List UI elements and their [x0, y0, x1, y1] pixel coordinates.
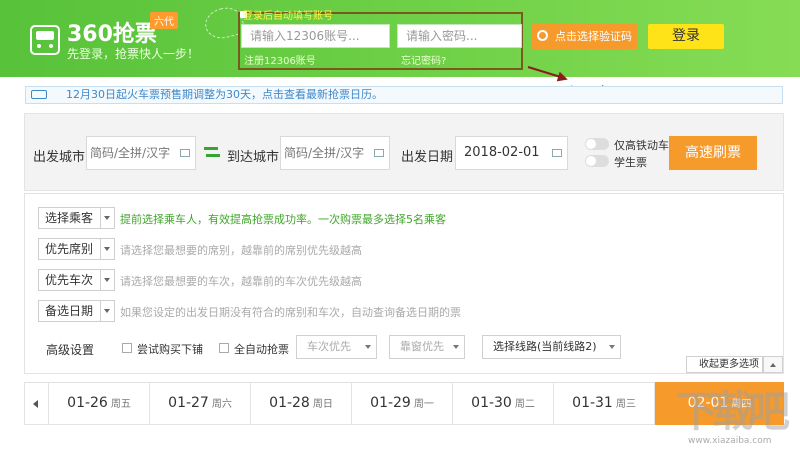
try-lower-berth-checkbox[interactable] — [122, 343, 132, 353]
high-speed-only-label: 仅高铁动车 — [614, 139, 669, 152]
megaphone-icon — [31, 90, 47, 99]
try-lower-berth-label: 尝试购买下铺 — [137, 343, 203, 356]
date-tab-0127[interactable]: 01-27 周六 — [150, 382, 251, 425]
watermark-logo: 下载吧 www.xiazaiba.com — [676, 378, 790, 446]
select-passenger-label: 选择乘客 — [45, 211, 94, 225]
date-weekday: 周三 — [615, 399, 636, 410]
chevron-down-icon — [453, 345, 459, 349]
date-tab-0129[interactable]: 01-29 周一 — [352, 382, 453, 425]
route-select[interactable]: 选择线路(当前线路2) — [482, 335, 621, 359]
from-city-label: 出发城市 — [33, 150, 86, 165]
prev-dates-button[interactable] — [24, 382, 49, 425]
chevron-down-icon — [104, 216, 110, 220]
cursor-click-icon — [537, 30, 548, 41]
login-button[interactable]: 登录 — [648, 24, 724, 49]
seat-priority-label: 优先席别 — [45, 242, 94, 256]
train-logo-icon — [30, 25, 60, 55]
from-city-input[interactable]: 简码/全拼/汉字 — [86, 136, 196, 170]
route-select-value: 选择线路(当前线路2) — [493, 340, 597, 353]
date-weekday: 周一 — [413, 399, 434, 410]
captcha-button[interactable]: 点击选择验证码 — [531, 24, 638, 49]
from-city-placeholder: 简码/全拼/汉字 — [90, 146, 171, 160]
to-city-input[interactable]: 简码/全拼/汉字 — [280, 136, 390, 170]
select-passenger-button[interactable]: 选择乘客 — [38, 207, 115, 229]
app-tagline: 先登录，抢票快人一步！ — [67, 47, 200, 61]
depart-date-input[interactable]: 2018-02-01 — [455, 136, 568, 170]
date-tab-0130[interactable]: 01-30 周二 — [453, 382, 554, 425]
version-badge: 六代 — [150, 12, 178, 29]
city-list-icon[interactable] — [180, 149, 190, 157]
date-day: 01-30 — [471, 395, 512, 411]
depart-date-label: 出发日期 — [401, 150, 454, 165]
swap-cities-icon[interactable] — [204, 145, 220, 159]
notice-bar[interactable]: 12月30日起火车票预售期调整为30天，点击查看最新抢票日历。 — [25, 86, 783, 104]
train-priority-desc: 请选择您最想要的车次，越靠前的车次优先级越高 — [120, 275, 362, 288]
to-city-placeholder: 简码/全拼/汉字 — [284, 146, 365, 160]
account-input[interactable]: 请输入12306账号... — [241, 24, 390, 48]
date-weekday: 周二 — [514, 399, 535, 410]
student-ticket-label: 学生票 — [614, 156, 647, 169]
auto-grab-checkbox[interactable] — [219, 343, 229, 353]
notice-text[interactable]: 12月30日起火车票预售期调整为30天，点击查看最新抢票日历。 — [66, 88, 383, 101]
calendar-icon[interactable] — [552, 149, 562, 157]
train-priority-select-value: 车次优先 — [307, 340, 351, 353]
train-priority-label: 优先车次 — [45, 273, 94, 287]
captcha-button-label: 点击选择验证码 — [555, 30, 632, 43]
window-priority-select[interactable]: 靠窗优先 — [389, 335, 465, 359]
watermark-url: www.xiazaiba.com — [688, 436, 772, 446]
date-day: 01-29 — [370, 395, 411, 411]
advanced-settings-label: 高级设置 — [46, 343, 95, 357]
watermark-text: 下载吧 — [676, 387, 790, 436]
fast-refresh-button[interactable]: 高速刷票 — [669, 136, 757, 170]
register-link[interactable]: 注册12306账号 — [244, 52, 316, 67]
chevron-down-icon — [104, 278, 110, 282]
train-priority-button[interactable]: 优先车次 — [38, 269, 115, 291]
date-weekday: 周六 — [211, 399, 232, 410]
chevron-down-icon — [104, 309, 110, 313]
date-day: 01-31 — [572, 395, 613, 411]
chevron-down-icon — [609, 345, 615, 349]
password-input[interactable]: 请输入密码... — [397, 24, 522, 48]
backup-date-desc: 如果您设定的出发日期没有符合的席别和车次，自动查询备选日期的票 — [120, 306, 461, 319]
seat-priority-button[interactable]: 优先席别 — [38, 238, 115, 260]
login-hint: 登录后自动填写账号 — [243, 11, 333, 22]
depart-date-value: 2018-02-01 — [464, 145, 540, 160]
date-tab-0128[interactable]: 01-28 周日 — [251, 382, 352, 425]
date-day: 01-26 — [67, 395, 108, 411]
date-weekday: 周五 — [110, 399, 131, 410]
date-day: 01-28 — [269, 395, 310, 411]
collapse-options-button[interactable]: 收起更多选项 — [686, 356, 763, 373]
chevron-down-icon — [365, 345, 371, 349]
select-passenger-desc: 提前选择乘车人，有效提高抢票成功率。一次购票最多选择5名乘客 — [120, 213, 446, 226]
seat-priority-desc: 请选择您最想要的席别，越靠前的席别优先级越高 — [120, 244, 362, 257]
date-tab-0131[interactable]: 01-31 周三 — [554, 382, 655, 425]
backup-date-label: 备选日期 — [45, 304, 94, 318]
train-priority-select[interactable]: 车次优先 — [296, 335, 377, 359]
app-title: 360抢票 — [67, 22, 157, 47]
chevron-down-icon — [104, 247, 110, 251]
high-speed-only-toggle[interactable] — [585, 138, 609, 150]
auto-grab-label: 全自动抢票 — [234, 343, 289, 356]
date-day: 01-27 — [168, 395, 209, 411]
city-list-icon[interactable] — [374, 149, 384, 157]
collapse-chevron-up-icon[interactable] — [763, 356, 783, 373]
backup-date-button[interactable]: 备选日期 — [38, 300, 115, 322]
date-weekday: 周日 — [312, 399, 333, 410]
window-priority-select-value: 靠窗优先 — [400, 340, 444, 353]
date-tab-0126[interactable]: 01-26 周五 — [49, 382, 150, 425]
forgot-password-link[interactable]: 忘记密码? — [401, 52, 446, 67]
student-ticket-toggle[interactable] — [585, 155, 609, 167]
to-city-label: 到达城市 — [227, 150, 280, 165]
